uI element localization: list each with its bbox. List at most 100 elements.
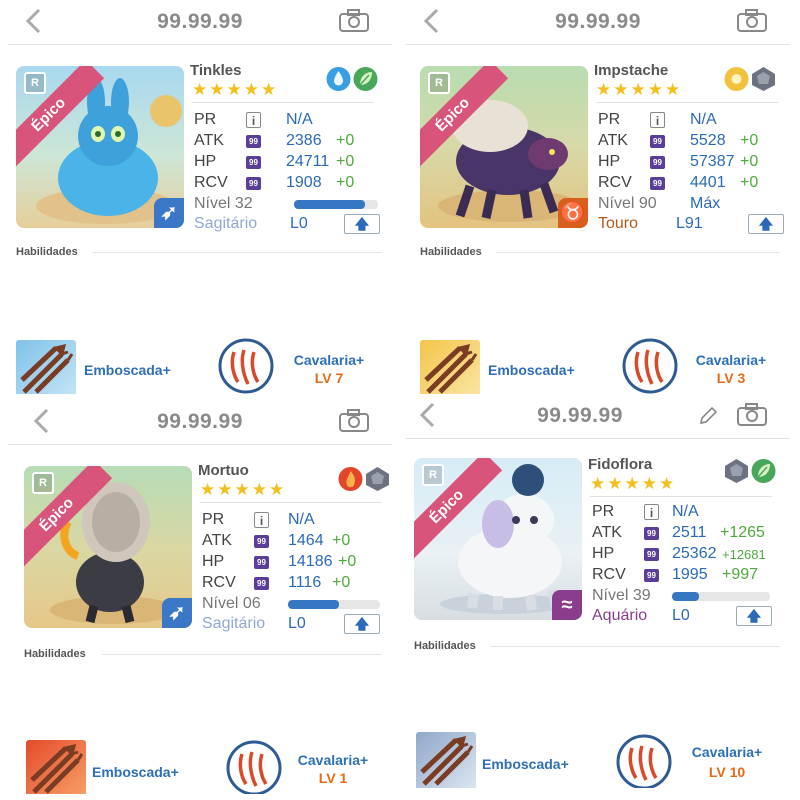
pet-name: Tinkles	[190, 62, 242, 79]
stat-badge: 99	[254, 535, 269, 548]
upgrade-button[interactable]: 🡅	[344, 614, 380, 634]
stat-badge: 99	[644, 527, 659, 540]
skill2-level: LV 7	[314, 370, 344, 386]
stat-badge: 99	[246, 135, 261, 148]
zodiac-row: Sagitário L0 🡅	[194, 214, 384, 235]
claw-skill-icon[interactable]	[622, 338, 678, 394]
level-label: Nível 90	[598, 195, 657, 212]
xp-bar-fill	[672, 592, 700, 601]
info-badge[interactable]: i	[650, 112, 665, 128]
stat-badge: 99	[246, 177, 261, 190]
xp-bar	[288, 600, 380, 609]
upgrade-button[interactable]: 🡅	[748, 214, 784, 234]
pr-value: N/A	[690, 111, 717, 128]
atk-label: ATK	[592, 524, 622, 541]
pr-label: PR	[202, 511, 225, 528]
pet-name: Fidoflora	[588, 456, 653, 473]
camera-icon[interactable]	[736, 9, 768, 33]
claw-skill-icon[interactable]	[616, 734, 672, 788]
arrows-icon	[420, 735, 474, 786]
rcv-bonus: +0	[332, 574, 351, 591]
level-row: Nível 39	[592, 586, 782, 607]
rcv-label: RCV	[598, 174, 632, 191]
pet-portrait[interactable]: Épico R ♉	[420, 66, 588, 228]
header-title: 99.99.99	[555, 10, 641, 33]
level-max: Máx	[690, 195, 721, 212]
claw-skill-icon[interactable]	[218, 338, 274, 394]
pet-name: Impstache	[594, 62, 669, 79]
rcv-value: 1908	[286, 174, 322, 191]
info-badge[interactable]: i	[644, 504, 659, 520]
edit-pencil-icon[interactable]	[698, 406, 718, 426]
atk-value: 5528	[690, 132, 726, 149]
arrows-icon	[20, 343, 74, 394]
hp-bonus: +12681	[722, 547, 766, 562]
divider	[496, 252, 780, 253]
skill2-label: Cavalaria+	[297, 752, 369, 768]
stat-badge: 99	[650, 135, 665, 148]
arrows-icon	[424, 343, 478, 394]
atk-label: ATK	[202, 532, 232, 549]
skill-emboscada-icon[interactable]	[420, 340, 480, 394]
atk-bonus: +0	[740, 132, 759, 149]
zodiac-sign-icon: ➶	[162, 598, 192, 628]
atk-row: ATK 99 2386 +0	[194, 131, 384, 152]
skill-emboscada-icon[interactable]	[26, 740, 86, 794]
skill1-label: Emboscada+	[84, 362, 171, 378]
pet-portrait[interactable]: Épico R ➶	[24, 466, 192, 628]
hp-value: 25362	[672, 545, 717, 562]
rcv-label: RCV	[194, 174, 228, 191]
stat-badge: 99	[254, 556, 269, 569]
level-row: Nível 90 Máx	[598, 194, 788, 215]
atk-value: 2511	[672, 524, 707, 541]
water-drop-icon	[326, 67, 351, 91]
upgrade-button[interactable]: 🡅	[736, 606, 772, 626]
hp-label: HP	[598, 153, 621, 170]
pr-value: N/A	[288, 511, 315, 528]
divider	[92, 252, 382, 253]
rock-icon	[366, 467, 389, 491]
pet-portrait[interactable]: Épico R ➶	[16, 66, 184, 228]
upgrade-button[interactable]: 🡅	[344, 214, 380, 234]
hp-bonus: +0	[338, 553, 357, 570]
hp-row: HP 99 25362 +12681	[592, 544, 782, 565]
info-badge[interactable]: i	[246, 112, 261, 128]
lock-level: L91	[676, 215, 703, 232]
camera-icon[interactable]	[338, 409, 370, 433]
rcv-row: RCV 99 1908 +0	[194, 173, 384, 194]
rarity-badge: R	[428, 72, 450, 94]
claw-skill-icon[interactable]	[226, 740, 282, 794]
camera-icon[interactable]	[338, 9, 370, 33]
pet-card-impstache: 99.99.99 Épico R ♉ Impstache ★★★★★ PR i …	[406, 0, 790, 394]
camera-icon[interactable]	[736, 403, 768, 427]
abilities-title: Habilidades	[420, 246, 482, 258]
skill-emboscada-icon[interactable]	[16, 340, 76, 394]
hp-label: HP	[202, 553, 225, 570]
element-icons	[326, 66, 378, 92]
abilities-title: Habilidades	[24, 648, 86, 660]
zodiac-sign-icon: ≈	[552, 590, 582, 620]
rock-icon	[725, 459, 748, 483]
zodiac-label: Sagitário	[194, 215, 258, 232]
rcv-row: RCV 99 4401 +0	[598, 173, 788, 194]
arrows-icon	[30, 743, 84, 794]
pet-card-fidoflora: 99.99.99 Épico R ≈ Fidoflora ★★★★★ PR i …	[406, 394, 790, 788]
pet-portrait[interactable]: Épico R ≈	[414, 458, 582, 620]
pet-card-tinkles: 99.99.99 Épico R ➶ Tinkles ★★★★★ PR i N/…	[8, 0, 392, 394]
pr-value: N/A	[672, 503, 699, 520]
stat-badge: 99	[644, 569, 659, 582]
stat-badge: 99	[650, 156, 665, 169]
hp-bonus: +0	[740, 153, 759, 170]
header-bar: 99.99.99	[406, 394, 790, 439]
hp-label: HP	[194, 153, 217, 170]
rcv-bonus: +0	[336, 174, 355, 191]
rock-icon	[752, 67, 775, 91]
info-badge[interactable]: i	[254, 512, 269, 528]
pr-row: PR i N/A	[598, 110, 788, 131]
zodiac-row: Sagitário L0 🡅	[202, 614, 392, 635]
skill-emboscada-icon[interactable]	[416, 732, 476, 788]
xp-bar-fill	[294, 200, 366, 209]
skill1-label: Emboscada+	[482, 756, 569, 772]
abilities-title: Habilidades	[16, 246, 78, 258]
atk-row: ATK 99 1464 +0	[202, 531, 392, 552]
